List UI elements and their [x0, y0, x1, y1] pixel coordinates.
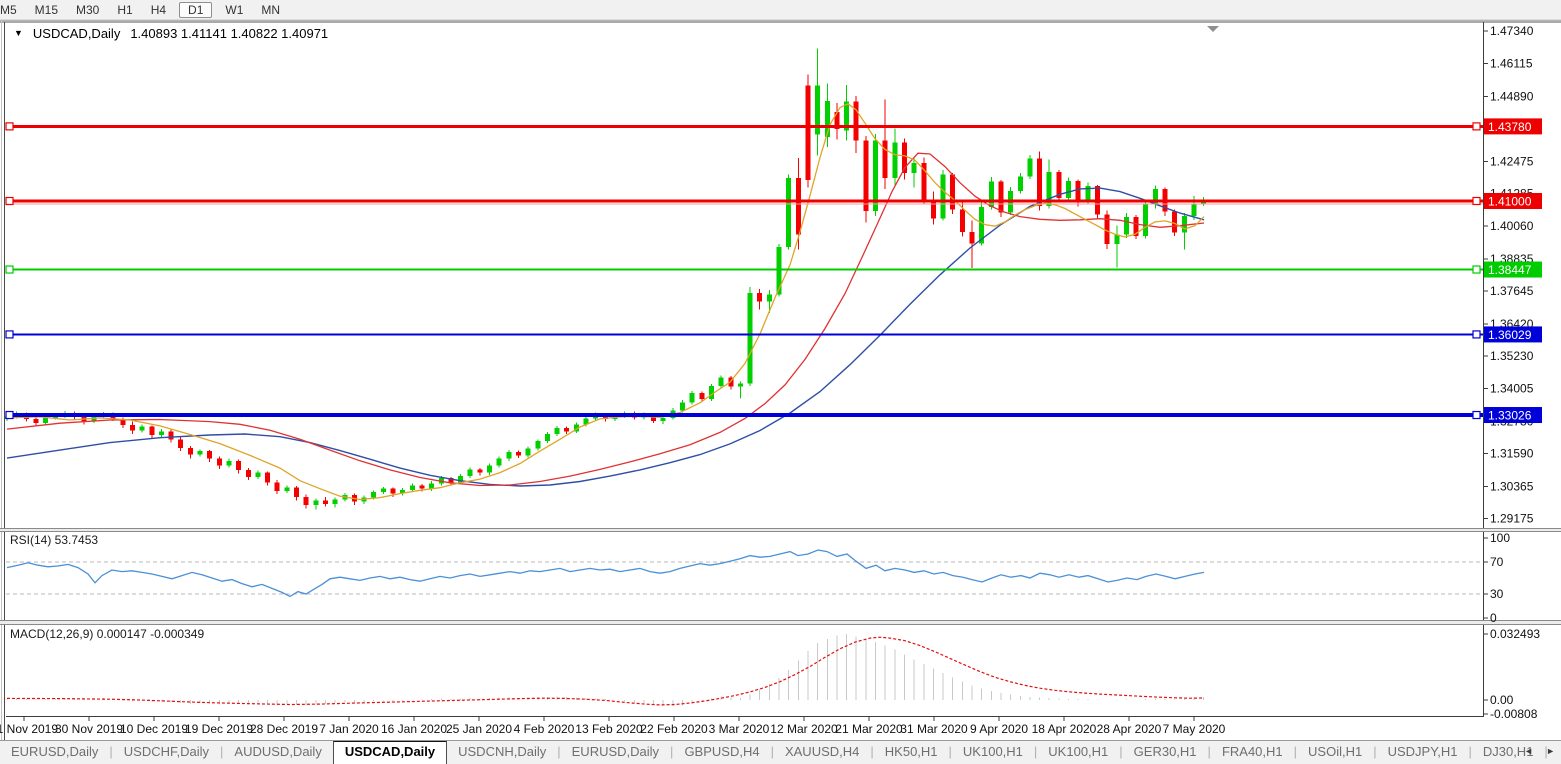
date-tick-label: 30 Nov 2019 — [55, 722, 123, 736]
symbol-tab-usdjpy-h1[interactable]: USDJPY,H1 — [1377, 741, 1469, 764]
level-badge-label: 1.38447 — [1488, 263, 1532, 277]
macd-tick-label: -0.00808 — [1490, 707, 1538, 721]
hline-handle-right[interactable] — [1473, 266, 1480, 273]
symbol-tab-gbpusd-h4[interactable]: GBPUSD,H4 — [673, 741, 770, 764]
price-tick-label: 1.34005 — [1490, 382, 1534, 396]
symbol-tab-hk50-h1[interactable]: HK50,H1 — [874, 741, 949, 764]
symbol-tab-audusd-daily[interactable]: AUDUSD,Daily — [223, 741, 332, 764]
rsi-indicator-label: RSI(14) 53.7453 — [10, 533, 98, 547]
date-tick-label: 19 Dec 2019 — [185, 722, 253, 736]
date-tick-label: 25 Jan 2020 — [446, 722, 512, 736]
mt4-window: M5M15M30H1H4D1W1MN 1.473401.461151.44890… — [0, 0, 1561, 764]
rsi-tick-label: 70 — [1490, 555, 1504, 569]
rsi-tick-label: 30 — [1490, 587, 1504, 601]
date-tick-label: 28 Apr 2020 — [1097, 722, 1162, 736]
macd-axis[interactable]: 0.032493 0.00-0.00808 — [1483, 627, 1540, 721]
symbol-tab-xauusd-h4[interactable]: XAUUSD,H4 — [774, 741, 870, 764]
level-badge-label: 1.41000 — [1488, 195, 1532, 209]
symbol-tab-uk100-h1[interactable]: UK100,H1 — [952, 741, 1034, 764]
date-tick-label: 28 Dec 2019 — [250, 722, 318, 736]
hline-handle-left[interactable] — [6, 123, 13, 130]
symbol-tab-ger30-h1[interactable]: GER30,H1 — [1123, 741, 1208, 764]
price-tick-label: 1.37645 — [1490, 284, 1534, 298]
level-badge-label: 1.43780 — [1488, 120, 1532, 134]
date-tick-label: 16 Jan 2020 — [381, 722, 447, 736]
price-tick-label: 1.42475 — [1490, 154, 1534, 168]
date-tick-label: 4 Feb 2020 — [514, 722, 575, 736]
date-tick-label: 7 Jan 2020 — [319, 722, 379, 736]
date-axis[interactable]: 21 Nov 201930 Nov 201910 Dec 201919 Dec … — [0, 717, 1226, 736]
price-tick-label: 1.40060 — [1490, 219, 1534, 233]
level-badge-label: 1.36029 — [1488, 328, 1532, 342]
main-plot-area[interactable] — [6, 22, 1483, 528]
date-tick-label: 21 Nov 2019 — [0, 722, 58, 736]
tab-scroll-left-icon[interactable]: ◄ — [1524, 745, 1533, 757]
price-tick-label: 1.46115 — [1490, 57, 1533, 71]
symbol-tab-bar: EURUSD,Daily|USDCHF,Daily|AUDUSD,DailyUS… — [0, 740, 1561, 764]
rsi-plot-area[interactable] — [6, 532, 1483, 620]
hline-handle-right[interactable] — [1473, 198, 1480, 205]
hline-handle-left[interactable] — [6, 331, 13, 338]
hline-handle-right[interactable] — [1473, 331, 1480, 338]
level-badge-label: 1.33026 — [1488, 409, 1532, 423]
macd-indicator-label: MACD(12,26,9) 0.000147 -0.000349 — [10, 627, 204, 641]
price-tick-label: 1.47340 — [1490, 24, 1534, 38]
chart-dropdown-icon[interactable]: ▼ — [14, 28, 23, 43]
date-tick-label: 22 Feb 2020 — [640, 722, 708, 736]
hline-handle-right[interactable] — [1473, 412, 1480, 419]
chart-symbol-period: USDCAD,Daily — [33, 26, 120, 41]
rsi-tick-label: 100 — [1490, 531, 1510, 545]
symbol-tab-eurusd-daily[interactable]: EURUSD,Daily — [561, 741, 670, 764]
symbol-tab-uk100-h1[interactable]: UK100,H1 — [1037, 741, 1119, 764]
date-tick-label: 3 Mar 2020 — [709, 722, 770, 736]
hline-handle-left[interactable] — [6, 198, 13, 205]
date-tick-label: 31 Mar 2020 — [900, 722, 968, 736]
tab-scroll-arrows: ◄ ► — [1524, 745, 1555, 757]
macd-tick-label: 0.032493 — [1490, 627, 1540, 641]
date-tick-label: 12 Mar 2020 — [770, 722, 838, 736]
rsi-axis[interactable]: 100 70 30 0 — [1483, 531, 1510, 625]
macd-tick-label: 0.00 — [1490, 693, 1514, 707]
symbol-tab-usdcnh-daily[interactable]: USDCNH,Daily — [447, 741, 557, 764]
date-tick-label: 7 May 2020 — [1163, 722, 1226, 736]
date-tick-label: 9 Apr 2020 — [970, 722, 1028, 736]
hline-handle-left[interactable] — [6, 412, 13, 419]
tab-scroll-right-icon[interactable]: ► — [1546, 745, 1555, 757]
date-tick-label: 10 Dec 2019 — [120, 722, 188, 736]
price-tick-label: 1.35230 — [1490, 349, 1534, 363]
chart-canvas[interactable]: 1.473401.461151.448901.424751.412851.400… — [0, 0, 1561, 740]
date-tick-label: 18 Apr 2020 — [1032, 722, 1097, 736]
symbol-tab-fra40-h1[interactable]: FRA40,H1 — [1211, 741, 1294, 764]
price-tick-label: 1.44890 — [1490, 90, 1534, 104]
chart-title: ▼ USDCAD,Daily 1.40893 1.41141 1.40822 1… — [14, 26, 328, 41]
symbol-tab-usdchf-daily[interactable]: USDCHF,Daily — [113, 741, 220, 764]
price-tick-label: 1.29175 — [1490, 511, 1534, 525]
hline-handle-left[interactable] — [6, 266, 13, 273]
price-tick-label: 1.31590 — [1490, 447, 1534, 461]
rsi-tick-label: 0 — [1490, 611, 1497, 625]
macd-plot-area[interactable] — [6, 625, 1483, 716]
symbol-tab-eurusd-daily[interactable]: EURUSD,Daily — [0, 741, 109, 764]
symbol-tab-usdcad-daily[interactable]: USDCAD,Daily — [333, 740, 447, 764]
chart-ohlc-values: 1.40893 1.41141 1.40822 1.40971 — [130, 26, 328, 41]
hline-handle-right[interactable] — [1473, 123, 1480, 130]
date-tick-label: 21 Mar 2020 — [835, 722, 903, 736]
symbol-tab-usoil-h1[interactable]: USOil,H1 — [1297, 741, 1373, 764]
price-tick-label: 1.30365 — [1490, 479, 1534, 493]
date-tick-label: 13 Feb 2020 — [575, 722, 643, 736]
